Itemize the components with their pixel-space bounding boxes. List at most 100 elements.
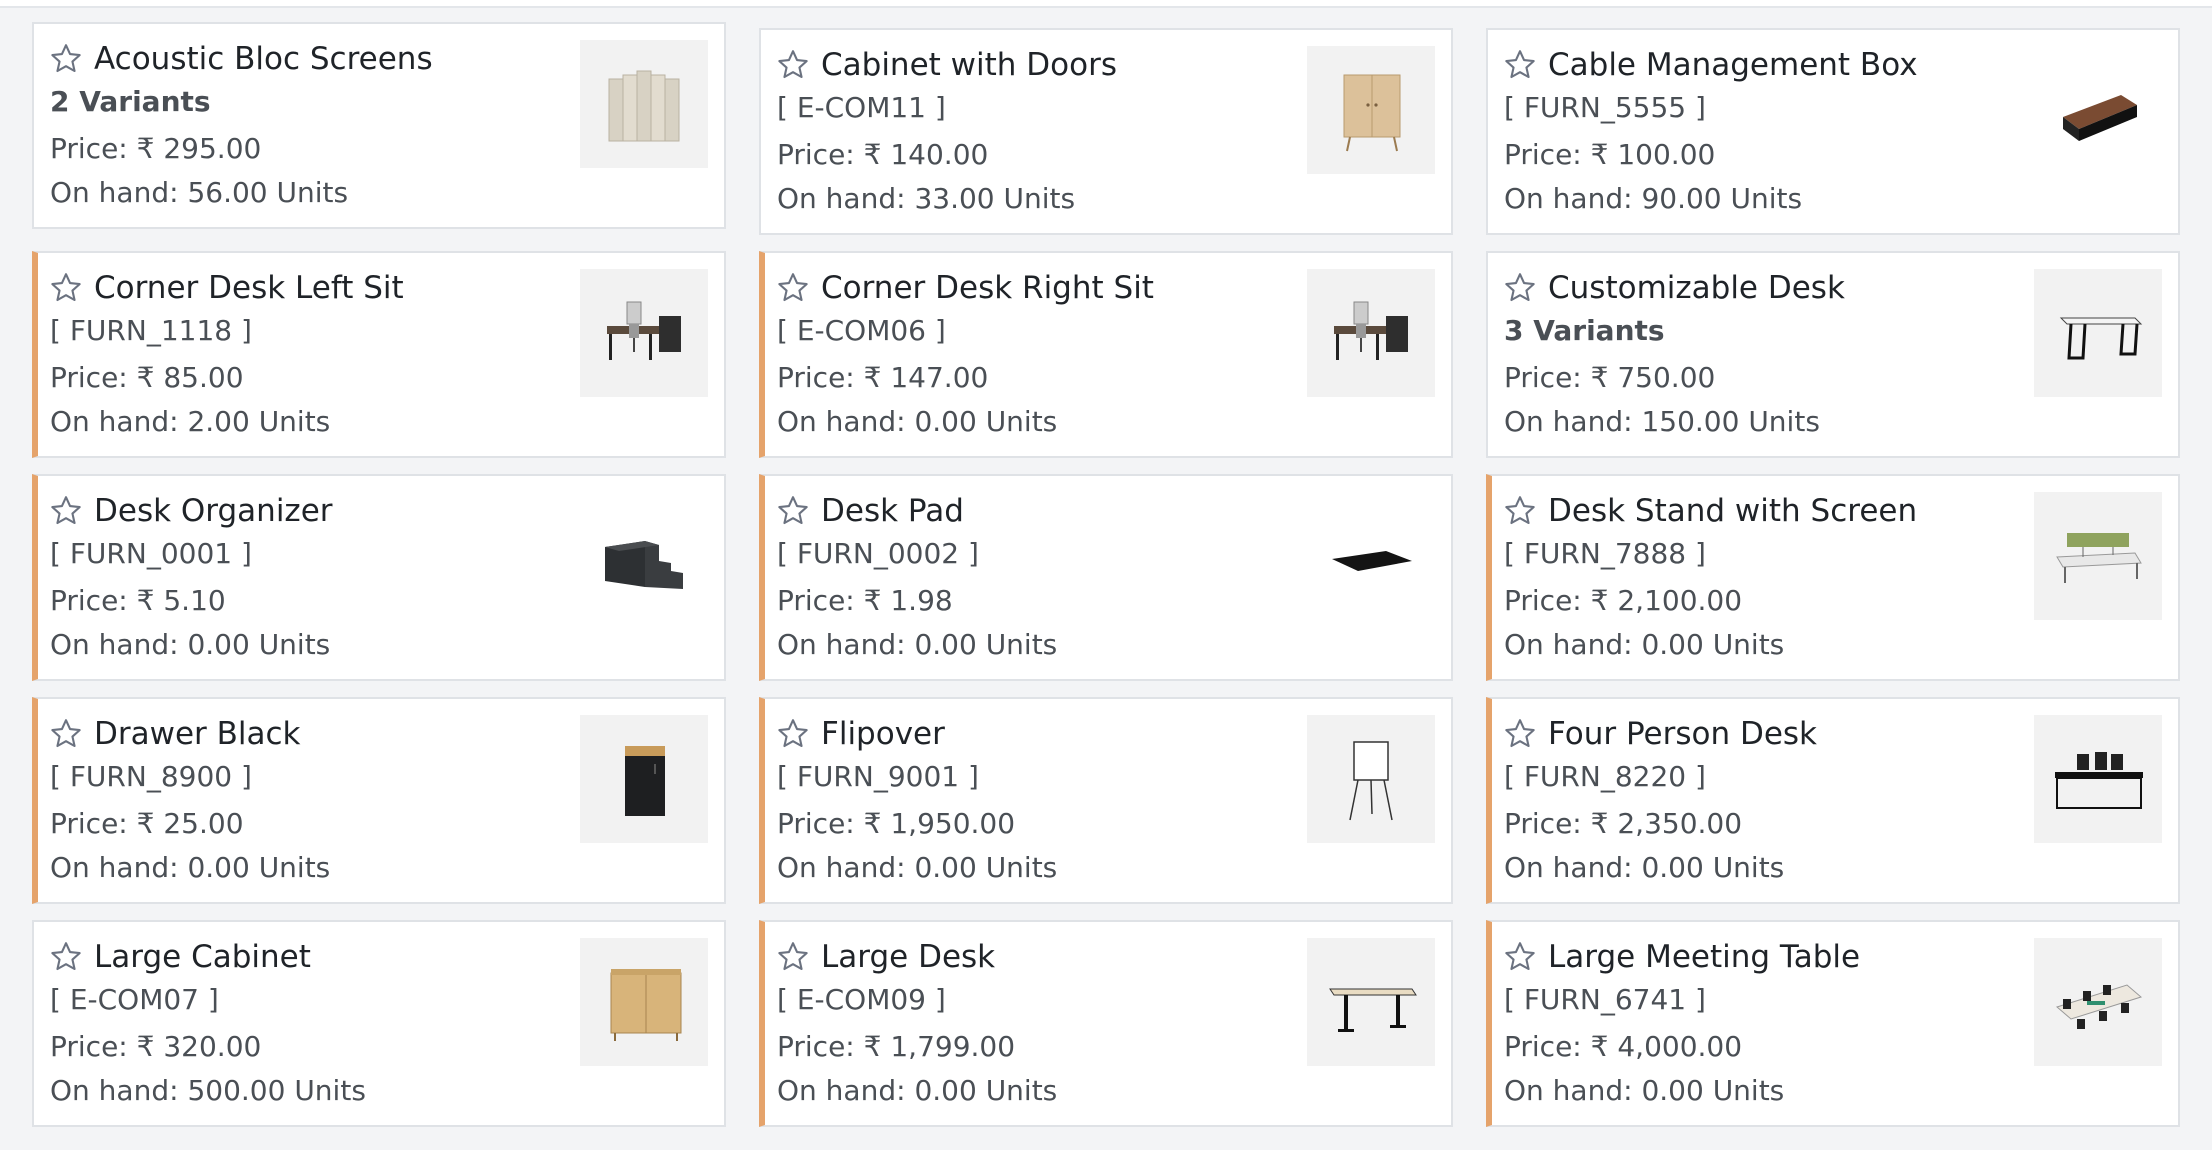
product-name[interactable]: Drawer Black <box>94 716 301 752</box>
product-reference: [ E-COM06 ] <box>777 314 946 347</box>
product-on-hand: On hand: 0.00 Units <box>777 851 1058 884</box>
product-image <box>1307 46 1435 174</box>
star-icon[interactable] <box>775 270 811 306</box>
product-on-hand: On hand: 90.00 Units <box>1504 182 1803 215</box>
product-title-row: Large Desk <box>775 936 1291 978</box>
product-card[interactable]: Four Person Desk [ FURN_8220 ] Price: ₹ … <box>1486 697 2180 904</box>
product-name[interactable]: Corner Desk Right Sit <box>821 270 1154 306</box>
product-image <box>2034 492 2162 620</box>
product-variants: 3 Variants <box>1504 314 1665 347</box>
product-on-hand: On hand: 150.00 Units <box>1504 405 1820 438</box>
product-image <box>580 40 708 168</box>
product-info: Desk Organizer [ FURN_0001 ] Price: ₹ 5.… <box>48 490 564 666</box>
product-price: Price: ₹ 85.00 <box>50 361 244 394</box>
product-name[interactable]: Cable Management Box <box>1548 47 1918 83</box>
product-info: Large Desk [ E-COM09 ] Price: ₹ 1,799.00… <box>775 936 1291 1112</box>
product-variants: 2 Variants <box>50 85 211 118</box>
product-reference: [ FURN_8900 ] <box>50 760 252 793</box>
product-title-row: Four Person Desk <box>1502 713 2018 755</box>
product-image <box>1307 269 1435 397</box>
product-title-row: Acoustic Bloc Screens <box>48 38 564 80</box>
star-icon[interactable] <box>48 270 84 306</box>
product-name[interactable]: Desk Stand with Screen <box>1548 493 1917 529</box>
product-on-hand: On hand: 0.00 Units <box>1504 1074 1785 1107</box>
star-icon[interactable] <box>48 716 84 752</box>
product-image <box>580 715 708 843</box>
product-name[interactable]: Four Person Desk <box>1548 716 1817 752</box>
product-name[interactable]: Large Desk <box>821 939 995 975</box>
star-icon[interactable] <box>1502 716 1538 752</box>
product-card[interactable]: Desk Pad [ FURN_0002 ] Price: ₹ 1.98 On … <box>759 474 1453 681</box>
cable-box-icon <box>2063 95 2137 141</box>
star-icon[interactable] <box>48 493 84 529</box>
product-title-row: Drawer Black <box>48 713 564 755</box>
product-card[interactable]: Large Cabinet [ E-COM07 ] Price: ₹ 320.0… <box>32 920 726 1127</box>
product-reference: [ E-COM07 ] <box>50 983 219 1016</box>
product-title-row: Customizable Desk <box>1502 267 2018 309</box>
star-icon[interactable] <box>1502 47 1538 83</box>
product-image <box>1307 715 1435 843</box>
product-title-row: Large Meeting Table <box>1502 936 2018 978</box>
product-price: Price: ₹ 750.00 <box>1504 361 1716 394</box>
product-title-row: Desk Organizer <box>48 490 564 532</box>
product-image <box>580 492 708 620</box>
product-reference: [ FURN_5555 ] <box>1504 91 1706 124</box>
product-name[interactable]: Flipover <box>821 716 945 752</box>
desk-organizer-icon <box>605 541 683 589</box>
product-price: Price: ₹ 100.00 <box>1504 138 1716 171</box>
product-card[interactable]: Corner Desk Left Sit [ FURN_1118 ] Price… <box>32 251 726 458</box>
product-info: Drawer Black [ FURN_8900 ] Price: ₹ 25.0… <box>48 713 564 889</box>
product-name[interactable]: Customizable Desk <box>1548 270 1845 306</box>
star-icon[interactable] <box>775 716 811 752</box>
product-card[interactable]: Acoustic Bloc Screens 2 Variants Price: … <box>32 22 726 229</box>
product-reference: [ FURN_9001 ] <box>777 760 979 793</box>
acoustic-screen-icon <box>608 70 680 142</box>
product-card[interactable]: Customizable Desk 3 Variants Price: ₹ 75… <box>1486 251 2180 458</box>
product-card[interactable]: Corner Desk Right Sit [ E-COM06 ] Price:… <box>759 251 1453 458</box>
product-card[interactable]: Large Meeting Table [ FURN_6741 ] Price:… <box>1486 920 2180 1127</box>
product-price: Price: ₹ 1,799.00 <box>777 1030 1016 1063</box>
star-icon[interactable] <box>48 41 84 77</box>
product-name[interactable]: Large Cabinet <box>94 939 311 975</box>
star-icon[interactable] <box>775 493 811 529</box>
product-price: Price: ₹ 320.00 <box>50 1030 262 1063</box>
product-card[interactable]: Large Desk [ E-COM09 ] Price: ₹ 1,799.00… <box>759 920 1453 1127</box>
product-name[interactable]: Cabinet with Doors <box>821 47 1117 83</box>
product-card[interactable]: Cable Management Box [ FURN_5555 ] Price… <box>1486 28 2180 235</box>
product-kanban-grid: Acoustic Bloc Screens 2 Variants Price: … <box>32 22 2182 1127</box>
product-card[interactable]: Desk Organizer [ FURN_0001 ] Price: ₹ 5.… <box>32 474 726 681</box>
product-card[interactable]: Drawer Black [ FURN_8900 ] Price: ₹ 25.0… <box>32 697 726 904</box>
product-price: Price: ₹ 2,100.00 <box>1504 584 1743 617</box>
product-info: Large Cabinet [ E-COM07 ] Price: ₹ 320.0… <box>48 936 564 1112</box>
product-card[interactable]: Flipover [ FURN_9001 ] Price: ₹ 1,950.00… <box>759 697 1453 904</box>
product-name[interactable]: Acoustic Bloc Screens <box>94 41 433 77</box>
product-title-row: Corner Desk Right Sit <box>775 267 1291 309</box>
product-info: Acoustic Bloc Screens 2 Variants Price: … <box>48 38 564 214</box>
product-price: Price: ₹ 147.00 <box>777 361 989 394</box>
desk-stand-screen-icon <box>2056 533 2142 583</box>
product-card[interactable]: Cabinet with Doors [ E-COM11 ] Price: ₹ … <box>759 28 1453 235</box>
star-icon[interactable] <box>48 939 84 975</box>
product-on-hand: On hand: 33.00 Units <box>777 182 1076 215</box>
large-cabinet-icon <box>610 969 682 1041</box>
star-icon[interactable] <box>1502 939 1538 975</box>
product-title-row: Flipover <box>775 713 1291 755</box>
product-name[interactable]: Large Meeting Table <box>1548 939 1860 975</box>
star-icon[interactable] <box>775 47 811 83</box>
star-icon[interactable] <box>1502 270 1538 306</box>
product-info: Customizable Desk 3 Variants Price: ₹ 75… <box>1502 267 2018 443</box>
product-on-hand: On hand: 0.00 Units <box>777 405 1058 438</box>
product-name[interactable]: Desk Organizer <box>94 493 333 529</box>
four-person-desk-icon <box>2055 752 2143 809</box>
product-name[interactable]: Corner Desk Left Sit <box>94 270 404 306</box>
product-info: Four Person Desk [ FURN_8220 ] Price: ₹ … <box>1502 713 2018 889</box>
star-icon[interactable] <box>775 939 811 975</box>
product-card[interactable]: Desk Stand with Screen [ FURN_7888 ] Pri… <box>1486 474 2180 681</box>
product-name[interactable]: Desk Pad <box>821 493 964 529</box>
product-price: Price: ₹ 1,950.00 <box>777 807 1016 840</box>
product-image <box>1307 492 1435 620</box>
product-image <box>1307 938 1435 1066</box>
drawer-icon <box>625 746 665 816</box>
star-icon[interactable] <box>1502 493 1538 529</box>
product-reference: [ E-COM09 ] <box>777 983 946 1016</box>
